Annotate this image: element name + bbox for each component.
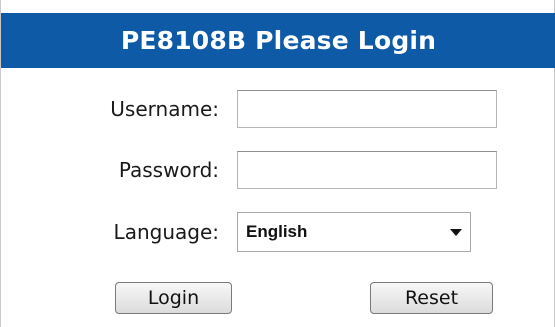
language-label: Language: — [113, 220, 219, 244]
password-field[interactable] — [237, 151, 497, 189]
username-field[interactable] — [237, 90, 497, 128]
login-button[interactable]: Login — [115, 282, 232, 314]
password-label: Password: — [118, 158, 219, 182]
chevron-down-icon — [450, 229, 462, 236]
language-selected-value: English — [246, 222, 308, 241]
login-panel: PE8108B Please Login Username: Password:… — [0, 0, 555, 327]
reset-button[interactable]: Reset — [370, 282, 493, 314]
page-title: PE8108B Please Login — [1, 13, 555, 68]
language-select[interactable]: English — [237, 212, 471, 252]
username-label: Username: — [110, 97, 219, 121]
